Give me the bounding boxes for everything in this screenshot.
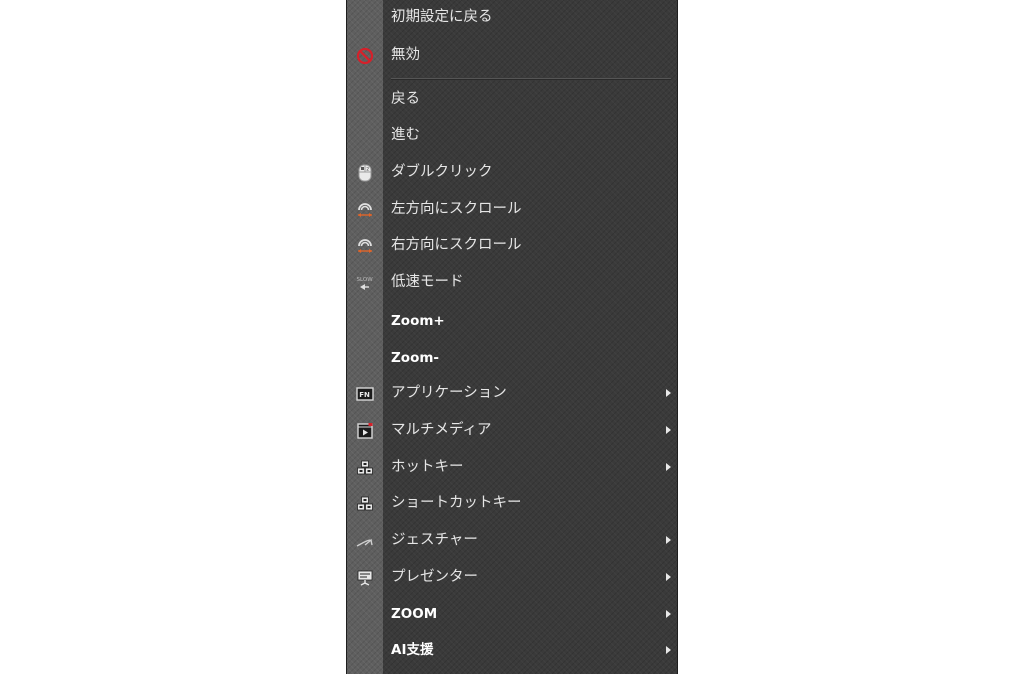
menu-item-multimedia[interactable]: マルチメディア bbox=[347, 413, 677, 447]
svg-text:2: 2 bbox=[366, 166, 369, 172]
menu-item-label: AI支援 bbox=[391, 642, 434, 658]
scroll-left-icon bbox=[355, 200, 375, 220]
submenu-arrow-icon bbox=[666, 646, 671, 654]
menu-item-back[interactable]: 戻る bbox=[347, 82, 677, 116]
fn-key-icon-text: FN bbox=[359, 391, 370, 399]
fn-key-icon: FN bbox=[355, 384, 375, 404]
menu-item-label: 右方向にスクロール bbox=[391, 237, 522, 253]
mouse-double-click-icon: 2 bbox=[355, 163, 375, 183]
submenu-arrow-icon bbox=[666, 463, 671, 471]
menu-item-label: 無効 bbox=[391, 47, 420, 63]
menu-item-label: ショートカットキー bbox=[391, 495, 522, 511]
slow-mode-icon-text: SLOW bbox=[357, 277, 374, 283]
menu-item-scroll-left[interactable]: 左方向にスクロール bbox=[347, 192, 677, 226]
menu-item-scroll-right[interactable]: 右方向にスクロール bbox=[347, 228, 677, 262]
menu-item-label: ジェスチャー bbox=[391, 532, 478, 548]
menu-item-label: ホットキー bbox=[391, 459, 464, 475]
hotkey-icon bbox=[355, 458, 375, 478]
menu-item-label: プレゼンター bbox=[391, 569, 478, 585]
context-menu: 初期設定に戻る 無効 戻る 進む 2 ダブルクリック 左方向にスクロール 右方向… bbox=[346, 0, 678, 674]
submenu-arrow-icon bbox=[666, 389, 671, 397]
menu-item-zoom-in[interactable]: Zoom+ bbox=[347, 304, 677, 338]
menu-item-hotkeys[interactable]: ホットキー bbox=[347, 450, 677, 484]
no-entry-icon bbox=[355, 46, 375, 66]
menu-item-double-click[interactable]: 2 ダブルクリック bbox=[347, 155, 677, 189]
menu-item-applications[interactable]: FN アプリケーション bbox=[347, 376, 677, 410]
menu-item-label: ZOOM bbox=[391, 606, 438, 622]
gesture-icon bbox=[355, 531, 375, 551]
menu-item-disable[interactable]: 無効 bbox=[347, 38, 677, 72]
shortcut-key-icon bbox=[355, 494, 375, 514]
submenu-arrow-icon bbox=[666, 573, 671, 581]
submenu-arrow-icon bbox=[666, 610, 671, 618]
submenu-arrow-icon bbox=[666, 426, 671, 434]
menu-item-label: Zoom+ bbox=[391, 313, 445, 329]
menu-item-gestures[interactable]: ジェスチャー bbox=[347, 523, 677, 557]
menu-item-slow-mode[interactable]: SLOW 低速モード bbox=[347, 265, 677, 299]
menu-item-label: 初期設定に戻る bbox=[391, 9, 493, 25]
menu-item-label: Zoom- bbox=[391, 350, 440, 366]
menu-item-presenter[interactable]: プレゼンター bbox=[347, 560, 677, 594]
menu-item-label: ダブルクリック bbox=[391, 164, 493, 180]
menu-item-forward[interactable]: 進む bbox=[347, 118, 677, 152]
menu-item-label: 左方向にスクロール bbox=[391, 201, 522, 217]
menu-item-shortcut-keys[interactable]: ショートカットキー bbox=[347, 486, 677, 520]
menu-item-zoom-out[interactable]: Zoom- bbox=[347, 341, 677, 375]
menu-item-label: 進む bbox=[391, 127, 420, 143]
multimedia-icon bbox=[355, 421, 375, 441]
scroll-right-icon bbox=[355, 236, 375, 256]
menu-item-label: アプリケーション bbox=[391, 385, 507, 401]
menu-item-label: 低速モード bbox=[391, 274, 464, 290]
presenter-icon bbox=[355, 568, 375, 588]
menu-item-reset-defaults[interactable]: 初期設定に戻る bbox=[347, 0, 677, 34]
submenu-arrow-icon bbox=[666, 536, 671, 544]
slow-mode-icon: SLOW bbox=[355, 273, 375, 293]
menu-separator bbox=[391, 78, 671, 80]
menu-item-label: 戻る bbox=[391, 91, 420, 107]
menu-item-ai-assist[interactable]: AI支援 bbox=[347, 633, 677, 667]
menu-item-label: マルチメディア bbox=[391, 422, 492, 438]
menu-item-zoom[interactable]: ZOOM bbox=[347, 597, 677, 631]
